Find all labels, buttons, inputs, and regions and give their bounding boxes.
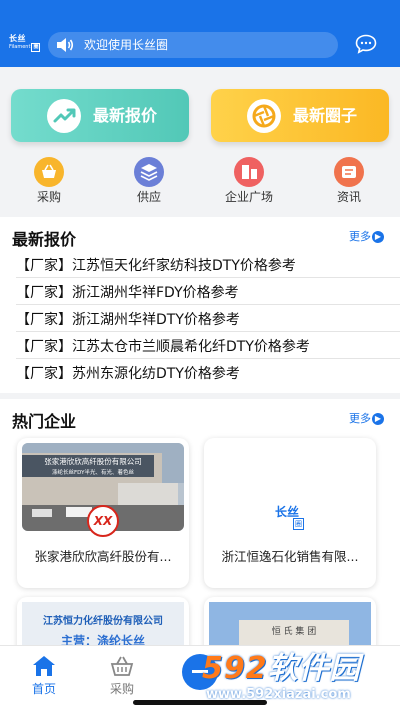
quote-row[interactable]: 【厂家】江苏恒天化纤家纺科技DTY价格参考 <box>16 254 400 278</box>
watermark-number: 592 <box>202 651 268 686</box>
company-card[interactable]: 长丝 圈 浙江恒逸石化销售有限... <box>204 438 376 588</box>
quote-row[interactable]: 【厂家】浙江湖州华祥FDY价格参考 <box>16 281 400 305</box>
section-title: 最新报价 <box>12 230 77 249</box>
latest-circle-card[interactable]: 最新圈子 <box>211 89 389 142</box>
layers-icon <box>134 157 164 187</box>
more-label: 更多 <box>349 412 371 425</box>
latest-quotes-label: 最新报价 <box>93 106 158 125</box>
quote-row[interactable]: 【厂家】苏州东源化纺DTY价格参考 <box>16 362 400 386</box>
notice-text: 欢迎使用长丝圈 <box>84 38 169 52</box>
category-label: 资讯 <box>336 190 361 204</box>
company-card[interactable]: 张家港欣欣高纤股份有限公司 涤纶长丝FDY半光、有光、着色丝 XX 张家港欣欣高… <box>17 438 189 588</box>
app-header: 长丝 Filament 圈 欢迎使用长丝圈 <box>0 0 400 67</box>
chevron-right-icon: ▶ <box>372 231 384 243</box>
company-sign-sub: 涤纶长丝FDY半光、有光、着色丝 <box>52 470 134 476</box>
app-logo: 长丝 Filament 圈 <box>9 34 41 54</box>
company-logo-box: 圈 <box>293 518 304 530</box>
tab-label: 首页 <box>31 682 56 696</box>
tab-purchase[interactable]: 采购 <box>92 646 152 706</box>
watermark: 592软件园 www.592xiazai.com <box>196 643 400 711</box>
category-purchase[interactable]: 采购 <box>20 157 80 207</box>
company-sign: 恒 氏 集 团 <box>271 627 317 637</box>
logo-sub-text: Filament <box>9 44 31 50</box>
latest-circle-label: 最新圈子 <box>293 106 358 125</box>
speaker-icon <box>57 38 74 52</box>
company-name: 张家港欣欣高纤股份有... <box>34 549 172 564</box>
company-logo: XX <box>87 505 119 537</box>
more-label: 更多 <box>349 230 371 243</box>
category-label: 供应 <box>136 190 161 204</box>
category-news[interactable]: 资讯 <box>320 157 380 207</box>
aperture-icon <box>247 99 281 133</box>
company-sign: 江苏恒力化纤股份有限公司 <box>43 616 163 627</box>
tab-home[interactable]: 首页 <box>14 646 74 706</box>
watermark-url: www.592xiazai.com <box>206 687 351 702</box>
company-photo: 长丝 圈 <box>209 443 371 531</box>
latest-quotes-section: 最新报价 更多 ▶ 【厂家】江苏恒天化纤家纺科技DTY价格参考 【厂家】浙江湖州华… <box>0 217 400 393</box>
category-label: 采购 <box>36 190 61 204</box>
watermark-text: 软件园 <box>267 651 361 686</box>
more-link[interactable]: 更多 ▶ <box>349 228 384 244</box>
company-name: 浙江恒逸石化销售有限... <box>221 549 359 564</box>
tab-label: 采购 <box>109 682 134 696</box>
category-label: 企业广场 <box>224 190 273 204</box>
quote-row[interactable]: 【厂家】江苏太仓市兰顺晨希化纤DTY价格参考 <box>16 335 400 359</box>
chat-bubble-icon[interactable] <box>355 34 377 54</box>
more-link[interactable]: 更多 ▶ <box>349 410 384 426</box>
home-icon <box>33 656 55 676</box>
trend-up-icon <box>47 99 81 133</box>
chevron-right-icon: ▶ <box>372 413 384 425</box>
building-icon <box>234 157 264 187</box>
logo-main-text: 长丝 <box>9 34 26 43</box>
company-sign: 张家港欣欣高纤股份有限公司 <box>44 457 142 466</box>
basket-icon <box>110 656 134 676</box>
logo-box-text: 圈 <box>31 43 41 52</box>
hot-companies-section: 热门企业 更多 ▶ 张家港欣欣高纤股份有限公司 涤纶长丝FDY半光、有光、着色丝 … <box>0 399 400 657</box>
quote-row[interactable]: 【厂家】浙江湖州华祥DTY价格参考 <box>16 308 400 332</box>
basket-icon <box>34 157 64 187</box>
news-icon <box>334 157 364 187</box>
latest-quotes-card[interactable]: 最新报价 <box>11 89 189 142</box>
category-supply[interactable]: 供应 <box>120 157 180 207</box>
notice-bar[interactable]: 欢迎使用长丝圈 <box>48 32 338 58</box>
category-enterprise-plaza[interactable]: 企业广场 <box>220 157 280 207</box>
section-title: 热门企业 <box>12 412 77 431</box>
